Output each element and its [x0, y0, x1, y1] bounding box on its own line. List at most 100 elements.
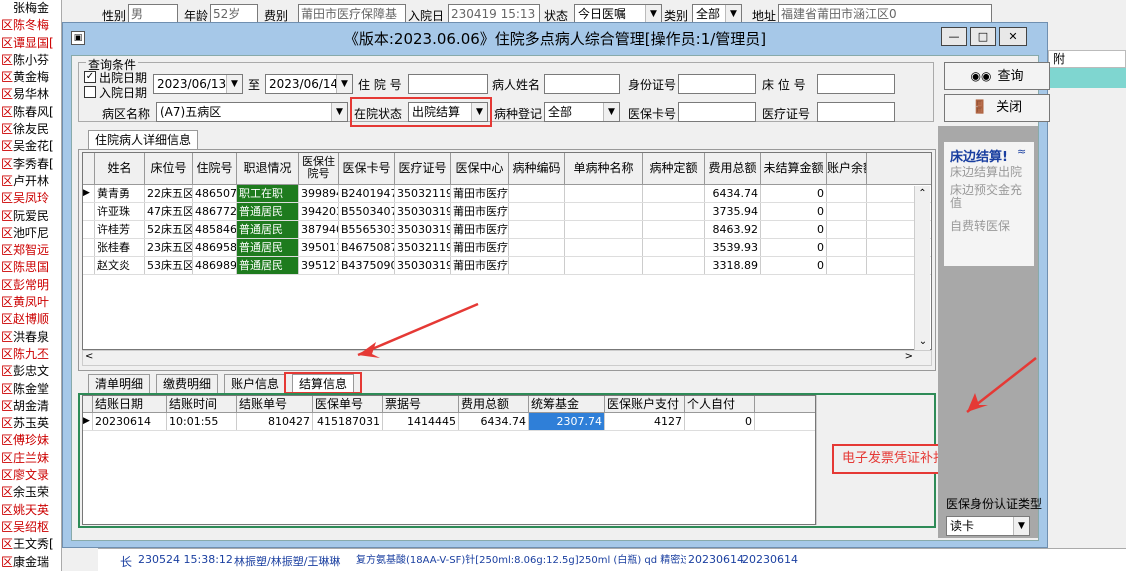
- id-auth-type-select[interactable]: 读卡 ▼: [946, 516, 1030, 536]
- scroll-right-icon[interactable]: >: [905, 351, 913, 362]
- vertical-scrollbar[interactable]: ⌃ ⌄: [914, 186, 930, 350]
- fee-type-field[interactable]: 莆田市医疗保障基: [298, 4, 406, 24]
- column-header[interactable]: 单病种名称: [565, 153, 643, 184]
- table-cell[interactable]: 350303195: [395, 221, 451, 238]
- horizontal-scrollbar[interactable]: < >: [82, 350, 932, 366]
- table-cell[interactable]: 1414445: [383, 413, 459, 430]
- id-no-input[interactable]: [678, 74, 756, 94]
- table-cell[interactable]: 415187031: [313, 413, 383, 430]
- patient-list-item[interactable]: 区谭显国[: [0, 35, 61, 52]
- patient-list-item[interactable]: 区庄兰妹: [0, 450, 61, 467]
- column-header[interactable]: 住院号: [193, 153, 237, 184]
- table-cell[interactable]: [643, 257, 705, 274]
- patient-list-item[interactable]: 区徐友民: [0, 121, 61, 138]
- patient-list-item[interactable]: 区胡金清: [0, 398, 61, 415]
- column-header[interactable]: 未结算金额: [761, 153, 827, 184]
- table-cell[interactable]: 486507: [193, 185, 237, 202]
- column-header[interactable]: 医保中心: [451, 153, 509, 184]
- patient-list-item[interactable]: 区洪春泉: [0, 329, 61, 346]
- table-cell[interactable]: 486989: [193, 257, 237, 274]
- table-cell[interactable]: 52床五区: [145, 221, 193, 238]
- table-cell[interactable]: [827, 203, 867, 220]
- bed-no-input[interactable]: [817, 74, 895, 94]
- table-cell[interactable]: 8463.92: [705, 221, 761, 238]
- patient-list-item[interactable]: 区阮爱民: [0, 208, 61, 225]
- patient-list-item[interactable]: 区赵博顺: [0, 311, 61, 328]
- table-cell[interactable]: B55034072: [339, 203, 395, 220]
- table-cell[interactable]: [827, 257, 867, 274]
- table-cell[interactable]: [565, 239, 643, 256]
- table-row[interactable]: ▶黄青勇22床五区486507职工在职3998942B2401947835032…: [83, 185, 931, 203]
- table-cell[interactable]: [509, 221, 565, 238]
- table-cell[interactable]: 0: [761, 185, 827, 202]
- table-cell[interactable]: 0: [685, 413, 755, 430]
- table-cell[interactable]: 23床五区: [145, 239, 193, 256]
- table-cell[interactable]: 莆田市医疗: [451, 203, 509, 220]
- settlement-grid[interactable]: 结账日期 结账时间 结账单号 医保单号 票据号 费用总额 统筹基金 医保账户支付 个人自付 ▶ 2…: [82, 395, 816, 525]
- patient-list-item[interactable]: 区陈小芬: [0, 52, 61, 69]
- column-header[interactable]: 医保住院号: [299, 153, 339, 184]
- table-cell[interactable]: 黄青勇: [95, 185, 145, 202]
- table-cell[interactable]: 莆田市医疗: [451, 185, 509, 202]
- patient-list-item[interactable]: 区卢开林: [0, 173, 61, 190]
- ins-card-input[interactable]: [678, 102, 756, 122]
- table-cell[interactable]: [509, 257, 565, 274]
- inpatient-detail-grid[interactable]: 姓名 床位号 住院号 职退情况 医保住院号 医保卡号 医疗证号 医保中心 病种编码 单病种名称 病种…: [82, 152, 932, 350]
- column-header[interactable]: 结账时间: [167, 396, 237, 412]
- bottom-tab[interactable]: 缴费明细: [156, 374, 219, 394]
- category-select[interactable]: 全部 ▼: [692, 4, 742, 24]
- table-cell[interactable]: 485846: [193, 221, 237, 238]
- table-cell[interactable]: [643, 185, 705, 202]
- table-row[interactable]: 许桂芳52床五区485846普通居民3879407B55653033350303…: [83, 221, 931, 239]
- patient-list-item[interactable]: 区陈思国: [0, 259, 61, 276]
- table-row[interactable]: ▶ 20230614 10:01:55 810427 415187031 1414445 6…: [83, 413, 815, 431]
- patient-list-item[interactable]: 区郑智远: [0, 242, 61, 259]
- table-cell[interactable]: B43750901: [339, 257, 395, 274]
- close-button[interactable]: 🚪 关闭: [944, 94, 1050, 122]
- table-cell[interactable]: [643, 239, 705, 256]
- address-field[interactable]: 福建省莆田市涵江区0: [778, 4, 992, 24]
- settlement-scrollbar[interactable]: [816, 395, 830, 525]
- patient-list-item[interactable]: 区姚天英: [0, 502, 61, 519]
- patient-list-item[interactable]: 区吴凤玲: [0, 190, 61, 207]
- table-cell[interactable]: B55653033: [339, 221, 395, 238]
- minimize-icon[interactable]: —: [941, 27, 967, 46]
- table-cell[interactable]: 张桂春: [95, 239, 145, 256]
- column-header[interactable]: 费用总额: [459, 396, 529, 412]
- admit-date-field[interactable]: 230419 15:13: [448, 4, 540, 24]
- table-cell[interactable]: [565, 185, 643, 202]
- column-header[interactable]: 费用总额: [705, 153, 761, 184]
- discharge-date-checkbox[interactable]: ✓: [84, 71, 96, 83]
- table-cell[interactable]: [827, 185, 867, 202]
- patient-list-item[interactable]: 区黄凤叶: [0, 294, 61, 311]
- collapse-icon[interactable]: ≈: [1017, 145, 1026, 158]
- table-cell[interactable]: 0: [761, 221, 827, 238]
- column-header[interactable]: 病种定额: [643, 153, 705, 184]
- date-from-picker[interactable]: 2023/06/13 ▼: [153, 74, 243, 94]
- patient-list-item[interactable]: 区黄金梅: [0, 69, 61, 86]
- disease-reg-select[interactable]: 全部 ▼: [544, 102, 620, 122]
- maximize-icon[interactable]: □: [970, 27, 996, 46]
- table-cell[interactable]: 3998942: [299, 185, 339, 202]
- patient-list-item[interactable]: 区傅珍妹: [0, 432, 61, 449]
- table-cell[interactable]: 6434.74: [459, 413, 529, 430]
- age-field[interactable]: 52岁: [210, 4, 258, 24]
- table-row[interactable]: 赵文炎53床五区486989普通居民3951274B43750901350303…: [83, 257, 931, 275]
- table-cell[interactable]: 350321195: [395, 239, 451, 256]
- table-cell[interactable]: 3318.89: [705, 257, 761, 274]
- table-cell[interactable]: 0: [761, 203, 827, 220]
- table-cell[interactable]: 4127: [605, 413, 685, 430]
- column-header[interactable]: 票据号: [383, 396, 459, 412]
- table-cell[interactable]: 0: [761, 239, 827, 256]
- table-cell[interactable]: 6434.74: [705, 185, 761, 202]
- table-cell[interactable]: 莆田市医疗: [451, 257, 509, 274]
- table-cell[interactable]: 810427: [237, 413, 313, 430]
- table-cell[interactable]: 3950111: [299, 239, 339, 256]
- patient-name-input[interactable]: [544, 74, 620, 94]
- table-cell[interactable]: 3951274: [299, 257, 339, 274]
- patient-list-item[interactable]: 区池吓尼: [0, 225, 61, 242]
- table-cell[interactable]: [643, 221, 705, 238]
- patient-list-item[interactable]: 区吴绍枢: [0, 519, 61, 536]
- patient-list[interactable]: 张梅金 区陈冬梅 区谭显国[区陈小芬 区黄金梅 区易华林 区陈春风[区徐友民 区吴金花[区李…: [0, 0, 62, 571]
- table-cell[interactable]: 3879407: [299, 221, 339, 238]
